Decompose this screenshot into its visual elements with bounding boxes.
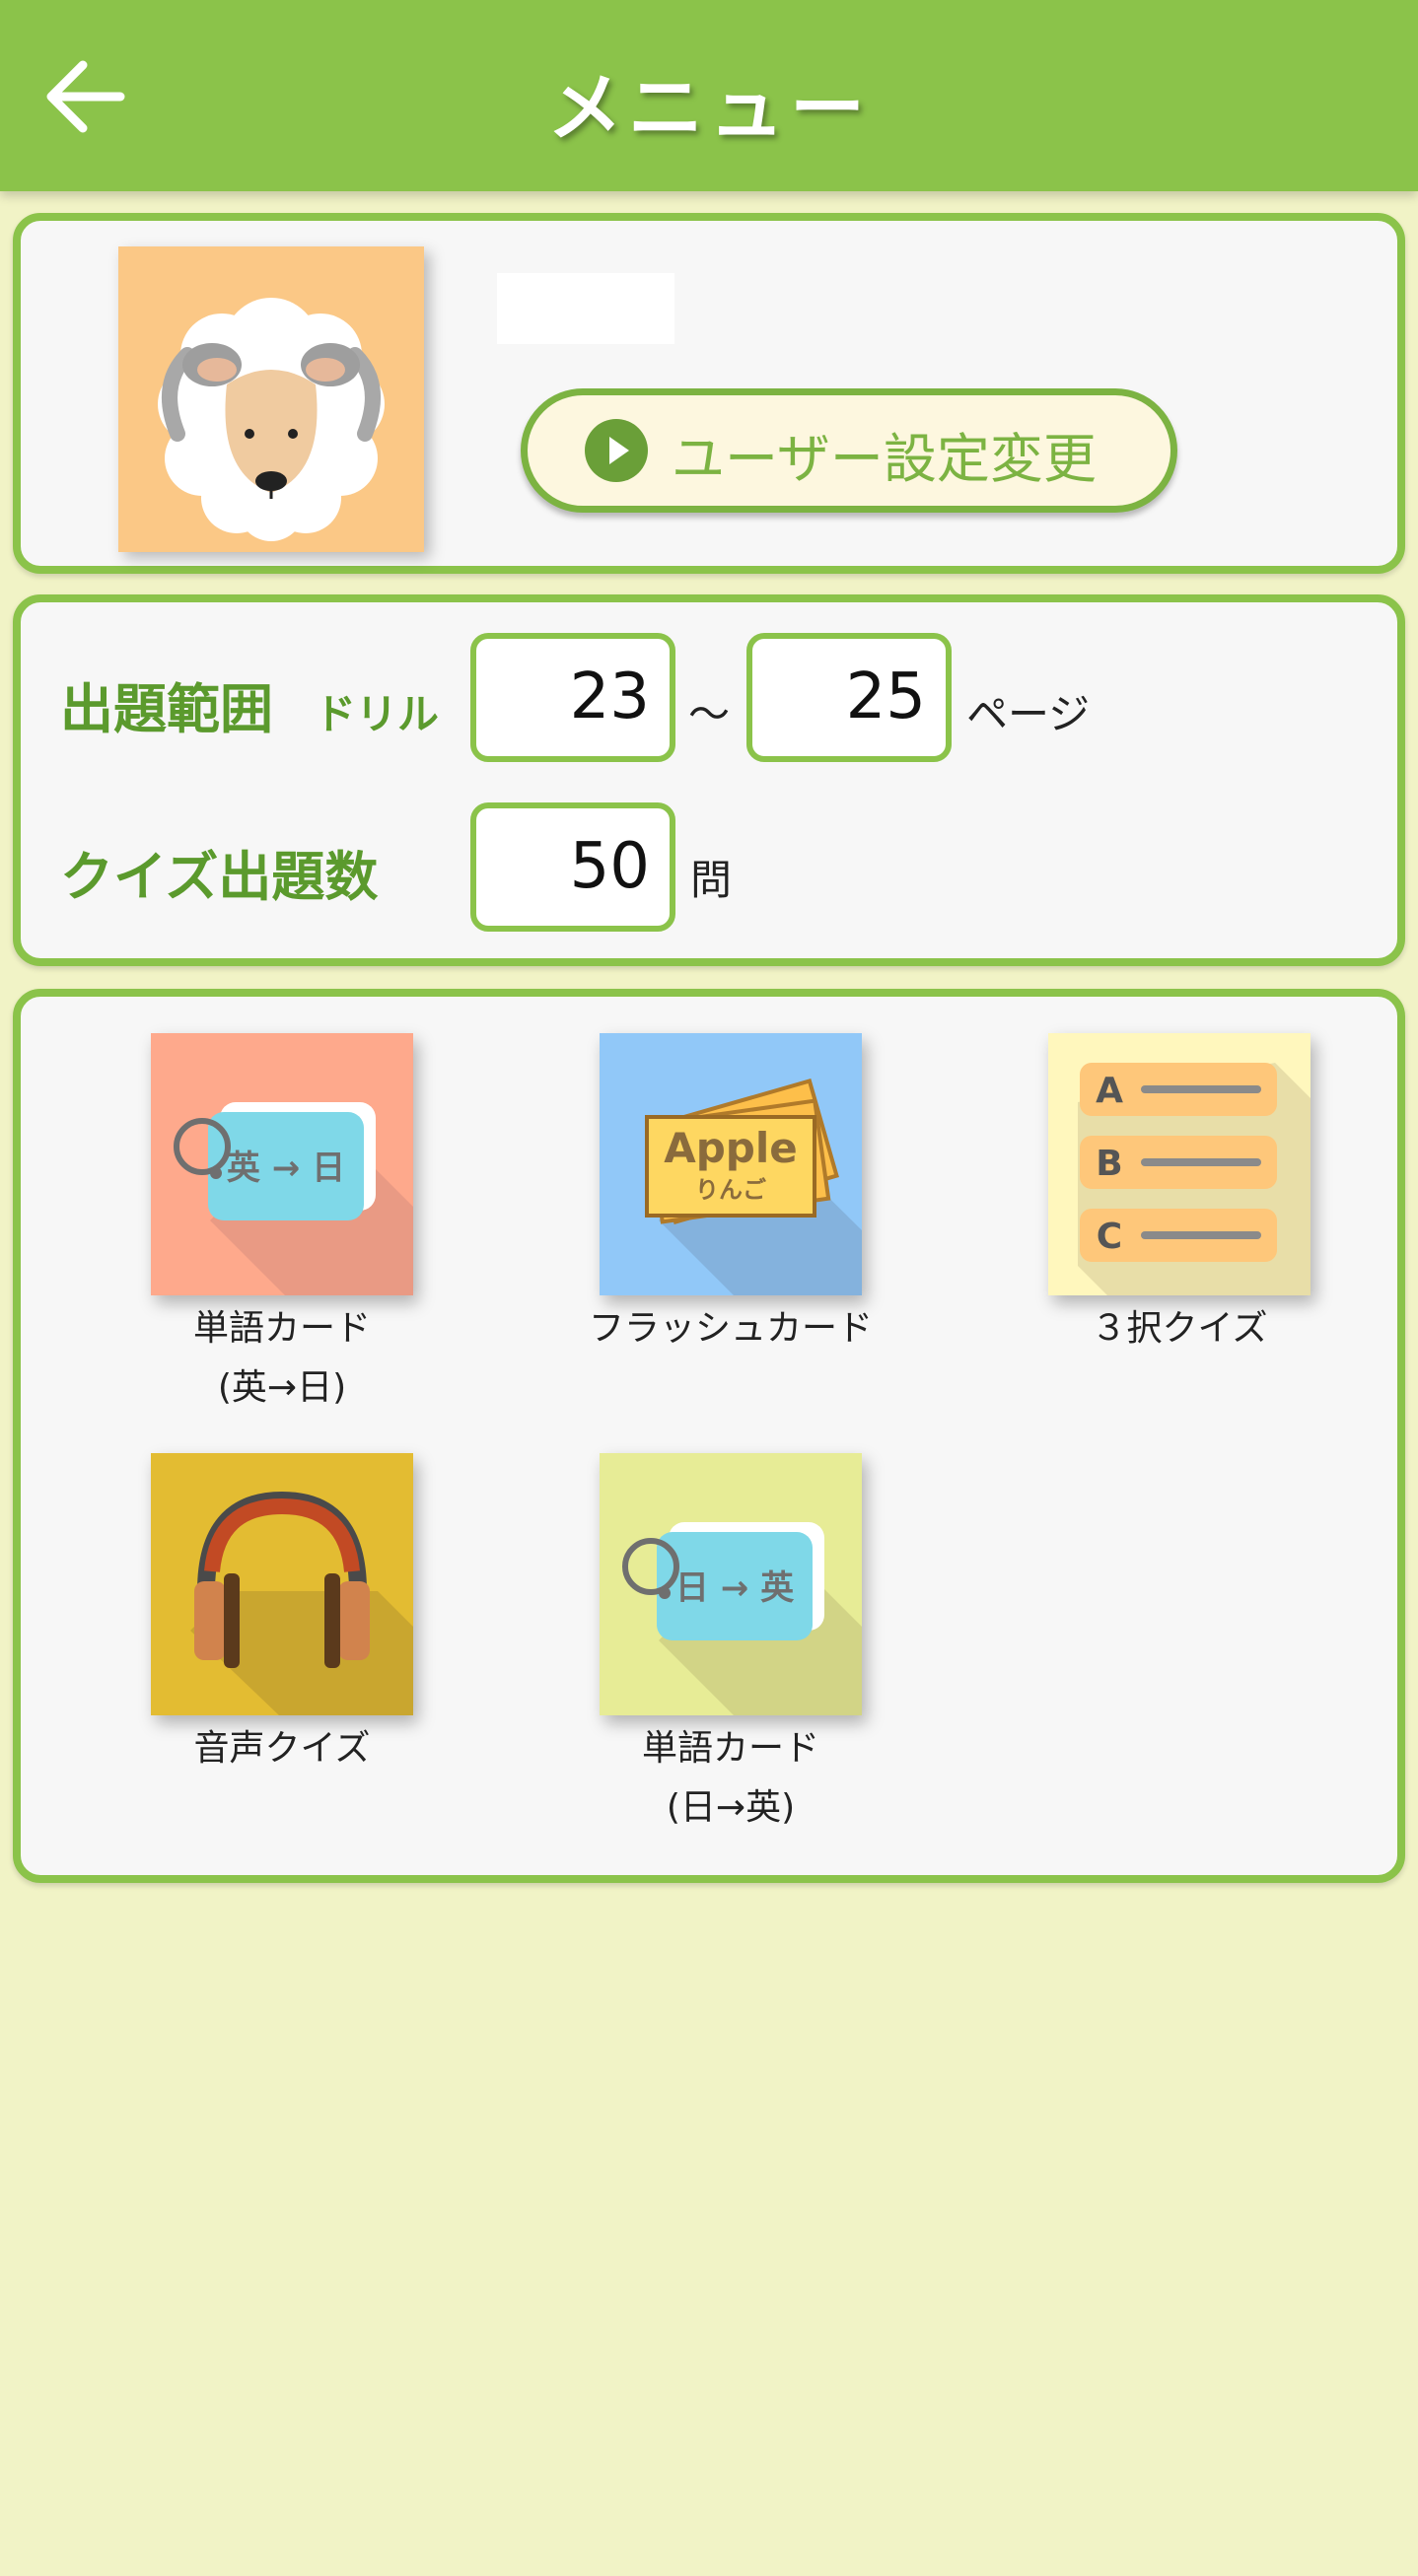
quiz-count-label: クイズ出題数 <box>60 846 379 908</box>
user-card: ユーザー設定変更 <box>13 213 1405 574</box>
word-card-en-ja-button[interactable]: 英 → 日 単語カード (英→日) <box>75 1033 489 1418</box>
username <box>497 273 674 344</box>
svg-text:A: A <box>1096 1071 1123 1111</box>
mode-caption: 音声クイズ <box>193 1728 371 1769</box>
drill-label: ドリル <box>315 690 440 738</box>
play-circle-icon <box>585 419 648 482</box>
svg-text:日 → 英: 日 → 英 <box>675 1568 795 1608</box>
word-card-ja-en-icon: 日 → 英 <box>600 1453 862 1715</box>
avatar <box>118 246 424 552</box>
svg-text:C: C <box>1097 1217 1122 1257</box>
range-label: 出題範囲 <box>60 678 273 740</box>
word-card-ja-en-button[interactable]: 日 → 英 単語カード (日→英) <box>524 1453 938 1838</box>
headphones-icon <box>151 1453 413 1715</box>
mode-caption: 単語カード (日→英) <box>641 1728 819 1828</box>
user-settings-label: ユーザー設定変更 <box>672 428 1097 490</box>
flash-card-icon: Apple りんご <box>600 1033 862 1295</box>
flash-card-button[interactable]: Apple りんご フラッシュカード <box>524 1033 938 1358</box>
svg-text:B: B <box>1096 1144 1122 1184</box>
page-unit: ページ <box>966 690 1091 738</box>
three-choice-quiz-button[interactable]: A B C ３択クイズ <box>972 1033 1386 1358</box>
range-separator: ～ <box>688 690 731 738</box>
app-bar: メニュー <box>0 0 1418 191</box>
sheep-icon <box>158 298 385 541</box>
quiz-count-input[interactable]: 50 <box>470 802 675 932</box>
quiz-count-unit: 問 <box>690 856 733 904</box>
mode-caption: フラッシュカード <box>588 1308 873 1349</box>
word-card-en-ja-icon: 英 → 日 <box>151 1033 413 1295</box>
audio-quiz-button[interactable]: 音声クイズ <box>75 1453 489 1778</box>
question-settings-card: 出題範囲 ドリル 23 ～ 25 ページ クイズ出題数 50 問 <box>13 594 1405 966</box>
svg-text:Apple: Apple <box>664 1124 798 1172</box>
svg-text:英 → 日: 英 → 日 <box>227 1149 345 1188</box>
mode-caption: ３択クイズ <box>1091 1308 1268 1349</box>
three-choice-quiz-icon: A B C <box>1048 1033 1311 1295</box>
page-title: メニュー <box>547 64 871 152</box>
svg-text:りんご: りんご <box>695 1176 766 1204</box>
range-from-input[interactable]: 23 <box>470 633 675 762</box>
range-to-input[interactable]: 25 <box>746 633 952 762</box>
user-settings-button[interactable]: ユーザー設定変更 <box>521 388 1177 513</box>
study-modes-card: 英 → 日 単語カード (英→日) Apple りんご フラッシュカード A B… <box>13 989 1405 1883</box>
mode-caption: 単語カード (英→日) <box>192 1308 371 1408</box>
